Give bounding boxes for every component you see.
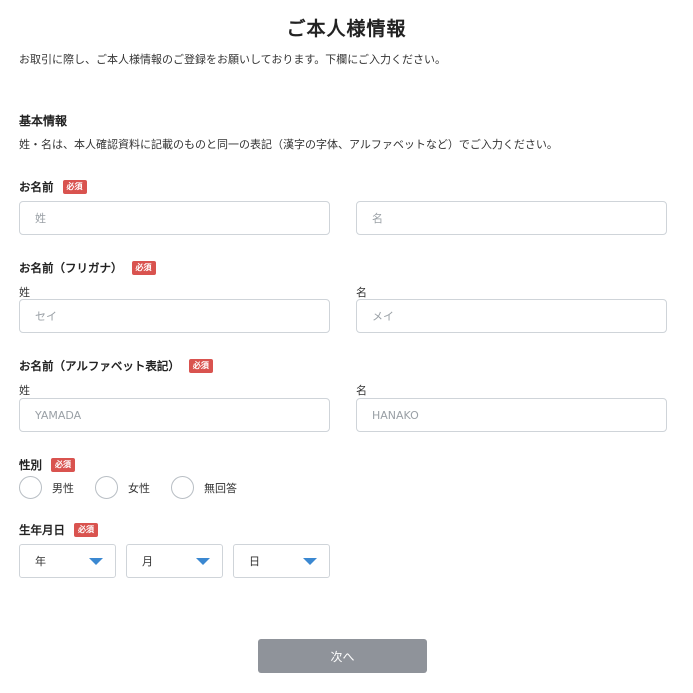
last-name-input[interactable]: 姓 [19, 201, 330, 235]
gender-label-text: 性別 [19, 458, 42, 472]
section-description-basic: 姓・名は、本人確認資料に記載のものと同一の表記（漢字の字体、アルファベットなど）… [19, 138, 558, 151]
last-name-kana-input[interactable]: セイ [19, 299, 330, 333]
furigana-label-text: お名前（フリガナ） [19, 261, 123, 275]
caret-down-icon [89, 557, 103, 565]
birthdate-label-text: 生年月日 [19, 523, 65, 537]
next-button[interactable]: 次へ [258, 639, 427, 673]
last-name-alphabet-input[interactable]: YAMADA [19, 398, 330, 432]
section-title-basic: 基本情報 [19, 114, 68, 128]
gender-option-female-label[interactable]: 女性 [128, 480, 150, 496]
required-badge: 必須 [188, 359, 213, 373]
birth-month-value: 月 [142, 555, 153, 568]
page-intro: お取引に際し、ご本人様情報のご登録をお願いしております。下欄にご入力ください。 [19, 53, 447, 66]
gender-radio-male[interactable] [19, 476, 42, 499]
birth-month-select[interactable]: 月 [126, 544, 223, 578]
alphabet-label: お名前（アルファベット表記） 必須 [19, 358, 213, 374]
caret-down-icon [303, 557, 317, 565]
first-name-placeholder: 名 [372, 212, 383, 225]
first-name-alphabet-input[interactable]: HANAKO [356, 398, 667, 432]
birth-day-value: 日 [249, 555, 260, 568]
name-label-text: お名前 [19, 180, 54, 194]
first-name-kana-placeholder: メイ [372, 310, 394, 323]
gender-radio-group: 男性 女性 無回答 [19, 476, 258, 499]
required-badge: 必須 [131, 261, 156, 275]
last-name-alphabet-placeholder: YAMADA [35, 408, 82, 422]
gender-option-no-answer-label[interactable]: 無回答 [204, 480, 237, 496]
furigana-first-label: 名 [356, 286, 367, 299]
birth-day-select[interactable]: 日 [233, 544, 330, 578]
last-name-kana-placeholder: セイ [35, 310, 57, 323]
gender-label: 性別 必須 [19, 457, 75, 473]
required-badge: 必須 [74, 523, 98, 537]
gender-radio-female[interactable] [95, 476, 118, 499]
birthdate-label: 生年月日 必須 [19, 522, 98, 538]
furigana-last-label: 姓 [19, 286, 30, 299]
page-title: ご本人様情報 [286, 18, 407, 40]
last-name-placeholder: 姓 [35, 212, 46, 225]
first-name-kana-input[interactable]: メイ [356, 299, 667, 333]
furigana-label: お名前（フリガナ） 必須 [19, 260, 156, 276]
required-badge: 必須 [62, 180, 87, 194]
birth-year-value: 年 [35, 555, 46, 568]
caret-down-icon [196, 557, 210, 565]
gender-radio-no-answer[interactable] [171, 476, 194, 499]
first-name-input[interactable]: 名 [356, 201, 667, 235]
required-badge: 必須 [51, 458, 75, 472]
alphabet-label-text: お名前（アルファベット表記） [19, 359, 180, 373]
alphabet-last-label: 姓 [19, 384, 30, 397]
name-label: お名前 必須 [19, 179, 87, 195]
alphabet-first-label: 名 [356, 384, 367, 397]
first-name-alphabet-placeholder: HANAKO [372, 408, 419, 422]
gender-option-male-label[interactable]: 男性 [52, 480, 74, 496]
birth-year-select[interactable]: 年 [19, 544, 116, 578]
